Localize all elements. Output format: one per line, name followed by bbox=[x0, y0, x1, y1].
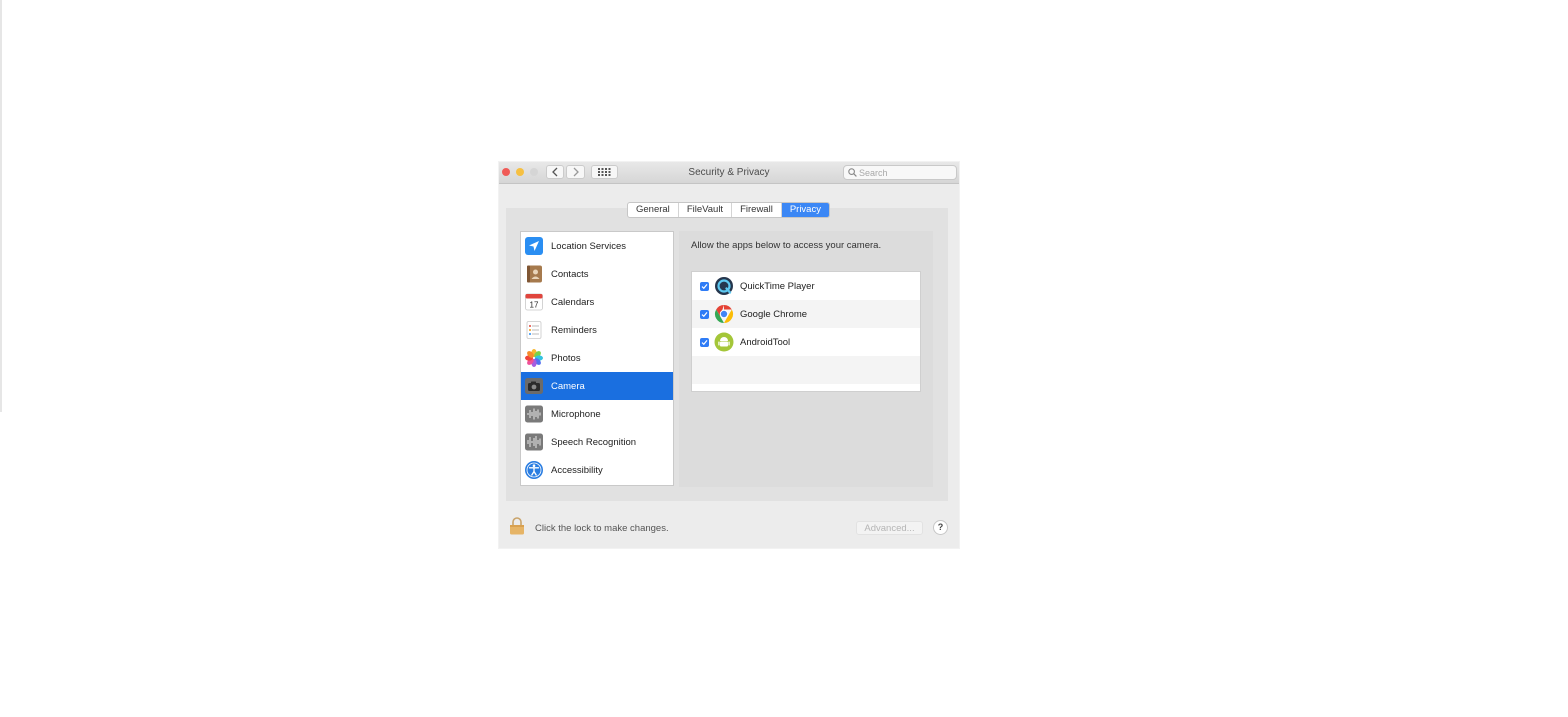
tab-filevault[interactable]: FileVault bbox=[679, 203, 733, 217]
search-icon bbox=[848, 168, 857, 177]
app-row-chrome: Google Chrome bbox=[692, 300, 920, 328]
privacy-category-list: Location Services Contacts 17 Calendars … bbox=[520, 231, 674, 486]
accessibility-icon bbox=[524, 460, 544, 480]
sidebar-item-photos[interactable]: Photos bbox=[521, 344, 673, 372]
photos-flower-icon bbox=[524, 348, 544, 368]
search-input[interactable] bbox=[859, 167, 949, 178]
sidebar-item-accessibility[interactable]: Accessibility bbox=[521, 456, 673, 484]
tab-firewall[interactable]: Firewall bbox=[732, 203, 782, 217]
lock-icon[interactable] bbox=[509, 517, 525, 535]
sidebar-item-camera[interactable]: Camera bbox=[521, 372, 673, 400]
sidebar-item-label: Camera bbox=[551, 380, 585, 392]
sidebar-item-label: Location Services bbox=[551, 240, 626, 252]
sidebar-item-contacts[interactable]: Contacts bbox=[521, 260, 673, 288]
app-row-androidtool: AndroidTool bbox=[692, 328, 920, 356]
calendar-icon: 17 bbox=[524, 292, 544, 312]
checkmark-icon bbox=[701, 339, 708, 345]
sidebar-item-label: Accessibility bbox=[551, 464, 603, 476]
sidebar-item-speech-recognition[interactable]: Speech Recognition bbox=[521, 428, 673, 456]
camera-icon bbox=[524, 376, 544, 396]
quicktime-icon bbox=[714, 276, 734, 296]
speech-waveform-icon bbox=[524, 432, 544, 452]
sidebar-item-label: Contacts bbox=[551, 268, 589, 280]
sidebar-item-label: Photos bbox=[551, 352, 581, 364]
app-name: Google Chrome bbox=[740, 308, 808, 320]
app-row-quicktime: QuickTime Player bbox=[692, 272, 920, 300]
help-button[interactable]: ? bbox=[933, 520, 948, 535]
tab-bar: General FileVault Firewall Privacy bbox=[627, 202, 830, 218]
reminders-list-icon bbox=[524, 320, 544, 340]
microphone-waveform-icon bbox=[524, 404, 544, 424]
app-name: AndroidTool bbox=[740, 336, 791, 348]
sidebar-item-calendars[interactable]: 17 Calendars bbox=[521, 288, 673, 316]
tab-privacy[interactable]: Privacy bbox=[781, 203, 829, 217]
app-checkbox[interactable] bbox=[700, 337, 709, 347]
sidebar-item-microphone[interactable]: Microphone bbox=[521, 400, 673, 428]
sidebar-item-label: Reminders bbox=[551, 324, 597, 336]
app-permission-list: QuickTime Player Google Chrome AndroidTo… bbox=[691, 271, 921, 392]
search-field[interactable] bbox=[843, 165, 957, 180]
advanced-button[interactable]: Advanced... bbox=[856, 521, 923, 535]
checkmark-icon bbox=[701, 283, 708, 289]
app-checkbox[interactable] bbox=[700, 309, 709, 319]
sidebar-item-location-services[interactable]: Location Services bbox=[521, 232, 673, 260]
sidebar-item-label: Microphone bbox=[551, 408, 601, 420]
window-titlebar: Security & Privacy bbox=[499, 162, 959, 184]
camera-permissions-panel: Allow the apps below to access your came… bbox=[679, 231, 933, 487]
svg-text:17: 17 bbox=[530, 301, 539, 310]
android-icon bbox=[714, 332, 734, 352]
checkmark-icon bbox=[701, 311, 708, 317]
app-name: QuickTime Player bbox=[740, 280, 815, 292]
app-checkbox[interactable] bbox=[700, 281, 709, 291]
panel-description: Allow the apps below to access your came… bbox=[691, 240, 882, 251]
location-arrow-icon bbox=[524, 236, 544, 256]
empty-list-row bbox=[692, 356, 920, 384]
tab-general[interactable]: General bbox=[628, 203, 679, 217]
chrome-icon bbox=[714, 304, 734, 324]
sidebar-item-label: Calendars bbox=[551, 296, 595, 308]
background-edge bbox=[0, 0, 2, 412]
sidebar-item-reminders[interactable]: Reminders bbox=[521, 316, 673, 344]
sidebar-item-label: Speech Recognition bbox=[551, 436, 637, 448]
contacts-book-icon bbox=[524, 264, 544, 284]
lock-hint-text: Click the lock to make changes. bbox=[535, 523, 669, 534]
security-privacy-window: Security & Privacy General FileVault Fir… bbox=[499, 162, 959, 548]
